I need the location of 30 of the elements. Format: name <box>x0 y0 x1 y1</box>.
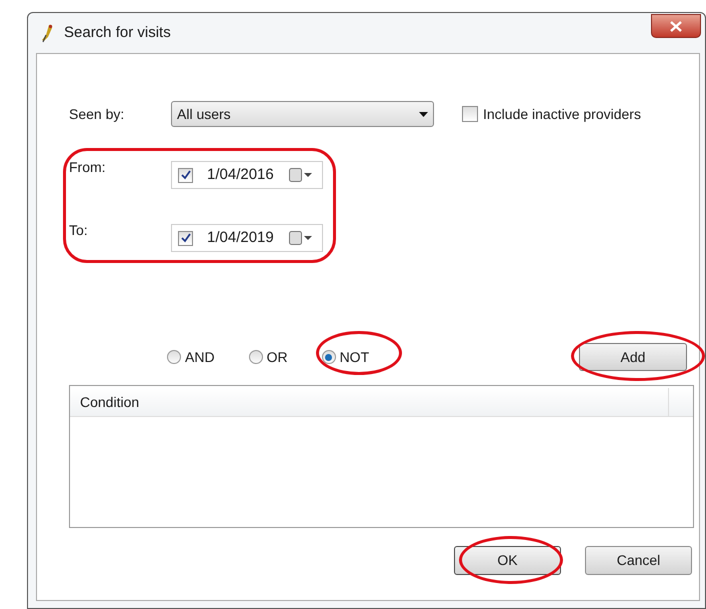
radio-label: AND <box>185 348 215 366</box>
radio-button[interactable] <box>322 350 336 364</box>
date-picker[interactable]: 1/04/2016 <box>171 161 323 189</box>
seen-by-dropdown[interactable]: All users <box>171 101 434 127</box>
ok-button[interactable]: OK <box>454 546 561 575</box>
seen-by-label: Seen by: <box>69 104 126 124</box>
radio-button[interactable] <box>248 350 263 364</box>
close-icon <box>669 20 683 32</box>
checkmark-icon <box>180 233 190 243</box>
date-value: 1/04/2016 <box>207 164 275 185</box>
window-title: Search for visits <box>64 22 171 43</box>
radio-label: OR <box>266 348 288 366</box>
dropdown-value: All users <box>177 104 231 124</box>
calendar-dropdown-icon <box>289 168 313 182</box>
date-picker[interactable]: 1/04/2019 <box>171 224 323 252</box>
calendar-dropdown-icon <box>289 231 313 245</box>
date-label: From: <box>69 158 107 177</box>
conditions-list[interactable]: Condition <box>69 385 694 528</box>
radio-button[interactable] <box>167 350 181 364</box>
date-label: To: <box>69 221 89 240</box>
close-button[interactable] <box>651 14 701 38</box>
date-value: 1/04/2019 <box>207 228 275 248</box>
include-inactive-label: Include inactive providers <box>483 104 641 124</box>
checkmark-icon <box>180 170 190 180</box>
date-checkbox[interactable] <box>178 230 193 246</box>
radio-label: NOT <box>340 348 370 366</box>
cancel-button[interactable]: Cancel <box>585 546 692 575</box>
date-checkbox[interactable] <box>178 168 193 182</box>
caret-icon <box>419 112 428 116</box>
add-button[interactable]: Add <box>579 343 687 371</box>
